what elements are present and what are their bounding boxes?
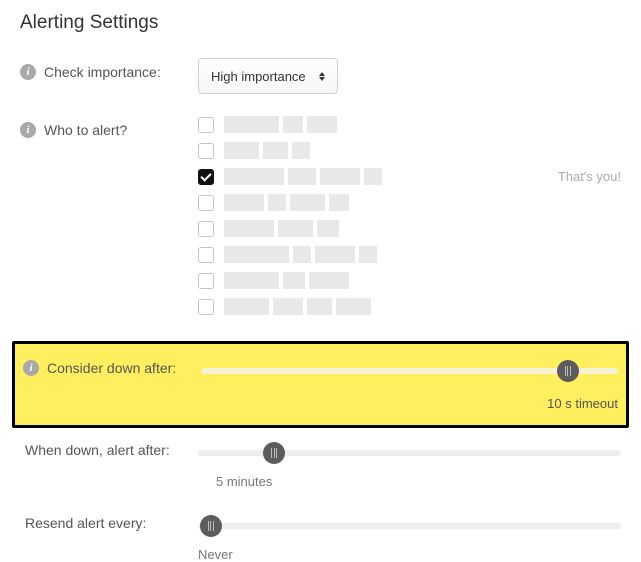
who-to-alert-checkbox[interactable]: [198, 247, 214, 263]
label-col: When down, alert after:: [20, 442, 198, 458]
check-importance-label: Check importance:: [44, 64, 161, 80]
check-importance-select[interactable]: High importance: [198, 58, 338, 94]
who-to-alert-checkbox[interactable]: [198, 117, 214, 133]
who-to-alert-name-redacted: [224, 298, 621, 315]
who-to-alert-checkbox[interactable]: [198, 143, 214, 159]
row-who-to-alert: i Who to alert? That's you!: [20, 116, 621, 315]
slider-track: [201, 368, 618, 374]
who-to-alert-item: [198, 116, 621, 133]
label-col: i Consider down after:: [23, 360, 201, 376]
when-down-alert-after-value: 5 minutes: [198, 474, 621, 489]
who-to-alert-item: That's you!: [198, 168, 621, 185]
ctrl-col: Never: [198, 515, 621, 562]
label-col: Resend alert every:: [20, 515, 198, 531]
resend-alert-every-value: Never: [198, 547, 621, 562]
consider-down-after-label: Consider down after:: [47, 360, 176, 376]
who-to-alert-name-redacted: [224, 272, 621, 289]
select-caret-icon: [319, 72, 325, 81]
when-down-alert-after-label: When down, alert after:: [25, 442, 170, 458]
info-icon[interactable]: i: [20, 64, 36, 80]
slider-track: [198, 523, 621, 529]
when-down-alert-after-slider[interactable]: [198, 442, 621, 464]
resend-alert-every-slider[interactable]: [198, 515, 621, 537]
label-col: i Check importance:: [20, 58, 198, 80]
slider-thumb[interactable]: [263, 442, 285, 464]
who-to-alert-name-redacted: [224, 168, 538, 185]
who-to-alert-item: [198, 142, 621, 159]
row-resend-alert-every: Resend alert every: Never: [20, 515, 621, 562]
ctrl-col: 10 s timeout: [201, 360, 618, 411]
who-to-alert-checkbox[interactable]: [198, 221, 214, 237]
highlight-consider-down-after: i Consider down after: 10 s timeout: [12, 341, 629, 428]
who-to-alert-item: [198, 220, 621, 237]
who-to-alert-checkbox[interactable]: [198, 169, 214, 185]
slider-track: [198, 450, 621, 456]
who-to-alert-name-redacted: [224, 116, 621, 133]
row-consider-down-after: i Consider down after: 10 s timeout: [23, 360, 618, 411]
who-to-alert-name-redacted: [224, 220, 621, 237]
page-title: Alerting Settings: [20, 12, 621, 34]
slider-thumb[interactable]: [200, 515, 222, 537]
who-to-alert-name-redacted: [224, 142, 621, 159]
who-to-alert-item: [198, 298, 621, 315]
info-icon[interactable]: i: [20, 122, 36, 138]
resend-alert-every-label: Resend alert every:: [25, 515, 146, 531]
who-to-alert-name-redacted: [224, 194, 621, 211]
alerting-settings-page: Alerting Settings i Check importance: Hi…: [0, 0, 641, 538]
check-importance-value: High importance: [211, 69, 306, 84]
who-to-alert-checkbox[interactable]: [198, 273, 214, 289]
who-to-alert-item: [198, 194, 621, 211]
who-to-alert-item: [198, 246, 621, 263]
ctrl-col: That's you!: [198, 116, 621, 315]
slider-thumb[interactable]: [557, 360, 579, 382]
who-to-alert-checkbox[interactable]: [198, 195, 214, 211]
who-to-alert-list: That's you!: [198, 116, 621, 315]
who-to-alert-checkbox[interactable]: [198, 299, 214, 315]
info-icon[interactable]: i: [23, 360, 39, 376]
who-to-alert-name-redacted: [224, 246, 621, 263]
ctrl-col: 5 minutes: [198, 442, 621, 489]
consider-down-after-slider[interactable]: [201, 360, 618, 382]
thats-you-label: That's you!: [558, 169, 621, 184]
label-col: i Who to alert?: [20, 116, 198, 138]
row-when-down-alert-after: When down, alert after: 5 minutes: [20, 442, 621, 489]
ctrl-col: High importance: [198, 58, 621, 94]
who-to-alert-item: [198, 272, 621, 289]
row-check-importance: i Check importance: High importance: [20, 58, 621, 94]
consider-down-after-value: 10 s timeout: [201, 396, 618, 411]
who-to-alert-label: Who to alert?: [44, 122, 127, 138]
